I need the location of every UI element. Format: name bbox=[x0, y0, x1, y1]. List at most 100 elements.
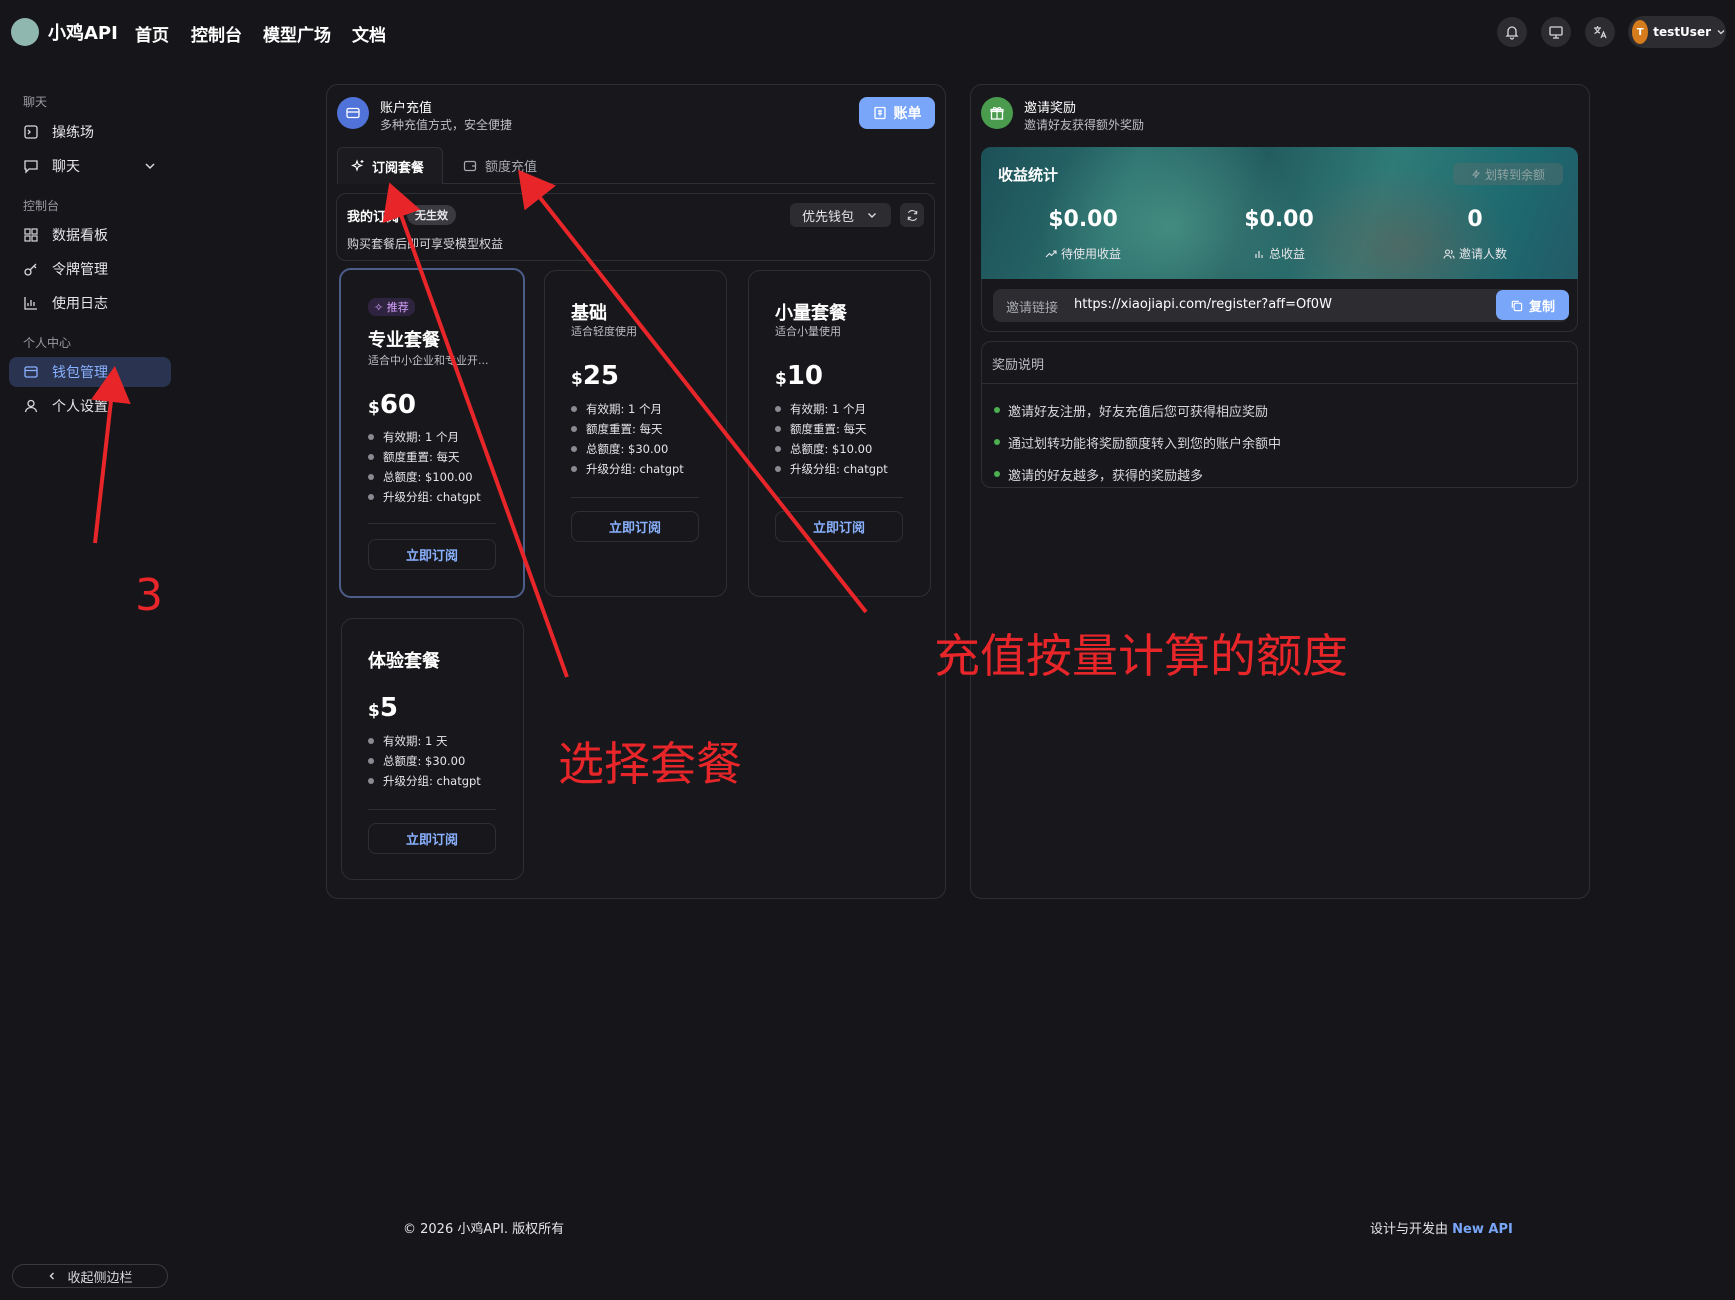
plan-feature: 升级分组: chatgpt bbox=[368, 771, 481, 791]
divider bbox=[982, 383, 1577, 384]
wallet-icon bbox=[23, 364, 39, 380]
wallet-select-value: 优先钱包 bbox=[802, 209, 855, 225]
subscribe-button[interactable]: 立即订阅 bbox=[571, 511, 699, 542]
sidebar-section-chat: 聊天 bbox=[23, 95, 48, 109]
chevron-left-icon bbox=[47, 1271, 57, 1281]
invite-title: 邀请奖励 bbox=[1024, 101, 1077, 116]
tab-topup[interactable]: 额度充值 bbox=[463, 147, 537, 184]
earnings-card: 收益统计 划转到余额 $0.00 待使用收益 $0.00 总收益 0 邀请人数 bbox=[981, 147, 1578, 279]
plan-card-pro[interactable]: ✧ 推荐 专业套餐 适合中小企业和专业开... $60 有效期: 1 个月 额度… bbox=[339, 268, 525, 598]
plan-price: $10 bbox=[775, 361, 824, 391]
recharge-title: 账户充值 bbox=[380, 101, 433, 116]
brand-logo[interactable] bbox=[11, 18, 39, 46]
plan-feature: 总额度: $30.00 bbox=[571, 439, 684, 459]
annotation-select-plan: 选择套餐 bbox=[558, 737, 742, 791]
plan-name: 基础 bbox=[571, 303, 607, 324]
plan-feature: 额度重置: 每天 bbox=[571, 419, 684, 439]
subscribe-button[interactable]: 立即订阅 bbox=[368, 539, 496, 570]
sidebar-item-wallet[interactable]: 钱包管理 bbox=[9, 357, 171, 387]
invite-link-value[interactable]: https://xiaojiapi.com/register?aff=Of0W bbox=[1074, 297, 1332, 312]
nav-model-square[interactable]: 模型广场 bbox=[263, 21, 331, 46]
tab-label: 额度充值 bbox=[485, 160, 538, 175]
plan-feature: 升级分组: chatgpt bbox=[571, 459, 684, 479]
recharge-subtitle: 多种充值方式，安全便捷 bbox=[380, 118, 513, 132]
new-api-link[interactable]: New API bbox=[1452, 1222, 1513, 1237]
my-subscription-title: 我的订阅 bbox=[347, 209, 400, 225]
plan-desc: 适合轻度使用 bbox=[571, 325, 637, 338]
copy-icon bbox=[1510, 299, 1523, 312]
refresh-button[interactable] bbox=[900, 203, 924, 227]
chat-icon bbox=[23, 158, 39, 174]
plan-feature: 额度重置: 每天 bbox=[368, 447, 481, 467]
plan-card-small[interactable]: 小量套餐 适合小量使用 $10 有效期: 1 个月 额度重置: 每天 总额度: … bbox=[748, 270, 931, 597]
sidebar-item-logs[interactable]: 使用日志 bbox=[9, 288, 171, 318]
sidebar-item-label: 钱包管理 bbox=[52, 365, 108, 381]
stat-invites-label: 邀请人数 bbox=[1400, 245, 1550, 262]
bill-button[interactable]: 账单 bbox=[859, 97, 935, 129]
nav-console[interactable]: 控制台 bbox=[191, 21, 242, 46]
nav-docs[interactable]: 文档 bbox=[352, 21, 386, 46]
copyright: © 2026 小鸡API. 版权所有 bbox=[403, 1222, 565, 1237]
brand-name[interactable]: 小鸡API bbox=[48, 19, 118, 45]
trend-icon bbox=[1045, 248, 1057, 260]
nav-home[interactable]: 首页 bbox=[135, 21, 169, 46]
transfer-to-balance-button[interactable]: 划转到余额 bbox=[1453, 163, 1563, 185]
credit: 设计与开发由 New API bbox=[1370, 1222, 1513, 1237]
sparkles-icon bbox=[351, 159, 365, 173]
plan-feature: 总额度: $10.00 bbox=[775, 439, 888, 459]
divider bbox=[775, 497, 903, 498]
plan-price: $60 bbox=[368, 390, 417, 420]
collapse-label: 收起侧边栏 bbox=[67, 1270, 133, 1286]
rule-item: 邀请好友注册，好友充值后您可获得相应奖励 bbox=[994, 394, 1281, 426]
annotation-step-number: 3 bbox=[135, 570, 163, 621]
stat-invites-value: 0 bbox=[1467, 207, 1483, 232]
subscribe-button[interactable]: 立即订阅 bbox=[368, 823, 496, 854]
recommended-badge: ✧ 推荐 bbox=[368, 298, 415, 316]
plan-name: 体验套餐 bbox=[368, 651, 440, 672]
sidebar-item-chat[interactable]: 聊天 bbox=[9, 151, 171, 181]
invite-subtitle: 邀请好友获得额外奖励 bbox=[1024, 118, 1145, 132]
copy-button[interactable]: 复制 bbox=[1496, 290, 1569, 320]
plan-name: 专业套餐 bbox=[368, 330, 440, 351]
plan-feature: 总额度: $30.00 bbox=[368, 751, 481, 771]
plan-feature: 总额度: $100.00 bbox=[368, 467, 481, 487]
chart-icon bbox=[23, 295, 39, 311]
sidebar-item-label: 个人设置 bbox=[52, 399, 108, 415]
my-subscription-desc: 购买套餐后即可享受模型权益 bbox=[347, 237, 504, 251]
user-menu[interactable]: T testUser bbox=[1628, 16, 1726, 48]
rule-item: 邀请的好友越多，获得的奖励越多 bbox=[994, 458, 1281, 490]
sidebar-item-settings[interactable]: 个人设置 bbox=[9, 391, 171, 421]
translate-icon[interactable] bbox=[1585, 17, 1615, 47]
sidebar-item-tokens[interactable]: 令牌管理 bbox=[9, 254, 171, 284]
plan-feature: 有效期: 1 天 bbox=[368, 731, 481, 751]
chevron-down-icon[interactable] bbox=[143, 159, 157, 173]
subscribe-button[interactable]: 立即订阅 bbox=[775, 511, 903, 542]
user-icon bbox=[23, 398, 39, 414]
sidebar-item-dashboard[interactable]: 数据看板 bbox=[9, 220, 171, 250]
chevron-down-icon bbox=[866, 209, 878, 221]
plan-price: $5 bbox=[368, 693, 398, 723]
wallet-icon bbox=[463, 159, 477, 173]
avatar: T bbox=[1632, 20, 1649, 44]
plan-card-trial[interactable]: 体验套餐 $5 有效期: 1 天 总额度: $30.00 升级分组: chatg… bbox=[341, 618, 524, 880]
plan-feature: 有效期: 1 个月 bbox=[775, 399, 888, 419]
bell-icon[interactable] bbox=[1497, 17, 1527, 47]
divider bbox=[368, 523, 496, 524]
key-icon bbox=[23, 261, 39, 277]
stat-pending-value: $0.00 bbox=[1048, 207, 1118, 232]
gift-icon bbox=[981, 97, 1013, 129]
tab-label: 订阅套餐 bbox=[372, 160, 425, 176]
wallet-priority-select[interactable]: 优先钱包 bbox=[790, 203, 891, 227]
monitor-icon[interactable] bbox=[1541, 17, 1571, 47]
sidebar-item-playground[interactable]: 操练场 bbox=[9, 117, 171, 147]
bill-label: 账单 bbox=[893, 106, 922, 122]
collapse-sidebar-button[interactable]: 收起侧边栏 bbox=[12, 1264, 168, 1288]
plan-feature: 额度重置: 每天 bbox=[775, 419, 888, 439]
divider bbox=[571, 497, 699, 498]
invite-link-field[interactable]: 邀请链接 https://xiaojiapi.com/register?aff=… bbox=[993, 289, 1569, 322]
plan-price: $25 bbox=[571, 361, 620, 391]
plan-feature: 升级分组: chatgpt bbox=[775, 459, 888, 479]
sidebar-item-label: 使用日志 bbox=[52, 296, 108, 312]
plan-card-basic[interactable]: 基础 适合轻度使用 $25 有效期: 1 个月 额度重置: 每天 总额度: $3… bbox=[544, 270, 727, 597]
tab-subscription[interactable]: 订阅套餐 bbox=[337, 147, 443, 184]
